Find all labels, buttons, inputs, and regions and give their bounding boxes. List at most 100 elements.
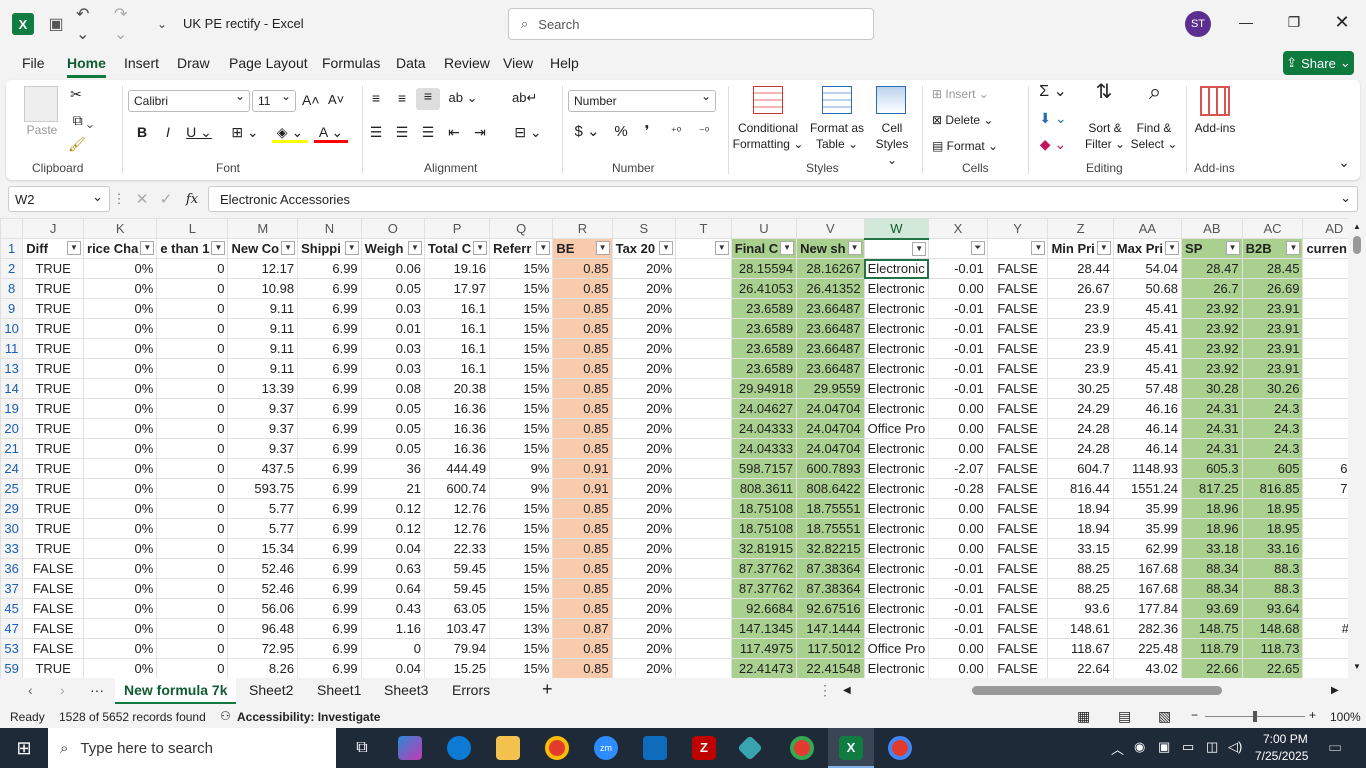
cell[interactable]: 23.91 [1241,358,1304,379]
cell[interactable]: -0.01 [928,258,988,279]
cell[interactable]: FALSE [22,598,85,619]
cell[interactable]: TRUE [22,338,85,359]
cell[interactable]: FALSE [986,658,1049,678]
page-break-view-icon[interactable]: ▧ [1158,708,1171,725]
scroll-up-icon[interactable]: ▲ [1353,222,1361,231]
cell[interactable] [675,438,732,459]
chrome-profile2-icon[interactable] [888,736,912,760]
cell[interactable]: 0% [83,558,158,579]
cell[interactable]: 29.94918 [730,378,798,399]
menu-formulas[interactable]: Formulas [322,55,380,71]
cell[interactable]: 816.44 [1047,478,1114,499]
cell[interactable]: FALSE [986,418,1049,439]
cell[interactable]: 15% [489,398,554,419]
cell[interactable]: 0 [156,438,229,459]
cell[interactable]: 6.99 [297,318,362,339]
cell[interactable]: 17.97 [424,278,491,299]
cell[interactable]: FALSE [986,298,1049,319]
cell[interactable]: 0 [156,318,229,339]
cell[interactable]: 0.00 [928,438,988,459]
cell[interactable]: FALSE [986,558,1049,579]
cell[interactable]: 33.18 [1181,538,1243,559]
cell[interactable]: Electronic [863,578,930,599]
currency-icon[interactable]: $ ⌄ [572,124,602,140]
cell[interactable]: 26.7 [1181,278,1243,299]
orientation-icon[interactable]: ab ⌄ [448,90,478,106]
cell[interactable]: 23.92 [1181,298,1243,319]
cell[interactable]: 20% [611,618,677,639]
menu-data[interactable]: Data [396,55,426,71]
cell[interactable]: TRUE [22,478,85,499]
wrap-text-icon[interactable]: ab↵ [512,90,537,106]
cell[interactable]: 6.99 [297,618,362,639]
cell[interactable]: 0.87 [552,618,613,639]
cell[interactable]: 0.00 [928,658,988,678]
cell[interactable]: Electronic [863,378,930,399]
column-header[interactable]: L [156,218,229,239]
row-number[interactable]: 9 [0,298,24,319]
cell[interactable]: Electronic [863,658,930,678]
cell[interactable]: 88.25 [1047,578,1114,599]
cell[interactable]: 13% [489,618,554,639]
cell[interactable]: 87.38364 [796,578,865,599]
cell[interactable]: 1148.93 [1112,458,1183,479]
row-number[interactable]: 33 [0,538,24,559]
cell[interactable]: 18.75108 [730,498,798,519]
filter-dropdown-icon[interactable]: ▼ [1096,241,1111,255]
cell[interactable] [675,578,732,599]
cell[interactable]: 0.03 [360,358,426,379]
cell[interactable]: 26.41352 [796,278,865,299]
cell[interactable]: 46.14 [1112,438,1183,459]
row-number[interactable]: 30 [0,518,24,539]
cell[interactable]: 6.99 [297,558,362,579]
scroll-thumb[interactable] [1353,236,1361,254]
format-as-table-icon[interactable] [822,86,852,114]
filter-dropdown-icon[interactable]: ▼ [211,241,226,255]
cell[interactable]: 23.9 [1047,338,1114,359]
cell[interactable]: 46.14 [1112,418,1183,439]
column-header[interactable]: AA [1112,218,1183,239]
sheet-tab-4[interactable]: Sheet3 [384,682,428,698]
cell[interactable]: 147.1345 [730,618,798,639]
cell[interactable]: 605.3 [1181,458,1243,479]
cell[interactable]: 88.3 [1241,578,1304,599]
cell[interactable]: 23.91 [1241,298,1304,319]
cell[interactable]: FALSE [22,618,85,639]
cell[interactable]: 6.99 [297,458,362,479]
cell[interactable]: 15% [489,418,554,439]
cell[interactable]: 0.00 [928,278,988,299]
menu-draw[interactable]: Draw [177,55,210,71]
cell[interactable]: Electronic [863,438,930,459]
cell[interactable]: 33.16 [1241,538,1304,559]
cell[interactable]: 45.41 [1112,318,1183,339]
number-format-select[interactable]: Number [568,89,716,112]
cell[interactable]: 12.76 [424,498,491,519]
cell[interactable]: 87.38364 [796,558,865,579]
cell[interactable]: Electronic [863,618,930,639]
cell[interactable] [675,518,732,539]
cell[interactable]: 0 [156,598,229,619]
cell[interactable]: Electronic [863,518,930,539]
increase-decimal-icon[interactable]: ⁺⁰ [666,124,686,140]
cell[interactable]: 18.96 [1181,518,1243,539]
cell[interactable] [675,358,732,379]
cell[interactable]: 6.99 [297,378,362,399]
cell[interactable]: 118.67 [1047,638,1114,659]
cell[interactable]: 6.99 [297,418,362,439]
cell[interactable]: 0.05 [360,398,426,419]
cell[interactable]: 225.48 [1112,638,1183,659]
cell[interactable]: 9.37 [227,398,299,419]
cell[interactable]: 0% [83,478,158,499]
cell[interactable]: 52.46 [227,578,299,599]
cell[interactable]: 177.84 [1112,598,1183,619]
volume-icon[interactable]: ◁) [1228,739,1242,755]
scroll-right-icon[interactable]: ▶ [1331,685,1339,696]
filter-header-cell[interactable]: Tax 20 ▼ [611,238,677,259]
cell[interactable]: FALSE [986,258,1049,279]
cell[interactable]: Electronic [863,318,930,339]
column-header[interactable]: Z [1047,218,1114,239]
cell[interactable]: 24.04333 [730,438,798,459]
clear-icon[interactable]: ◆ ⌄ [1036,136,1070,152]
cell[interactable]: 600.7893 [796,458,865,479]
clock-date[interactable]: 7/25/2025 [1255,749,1308,763]
